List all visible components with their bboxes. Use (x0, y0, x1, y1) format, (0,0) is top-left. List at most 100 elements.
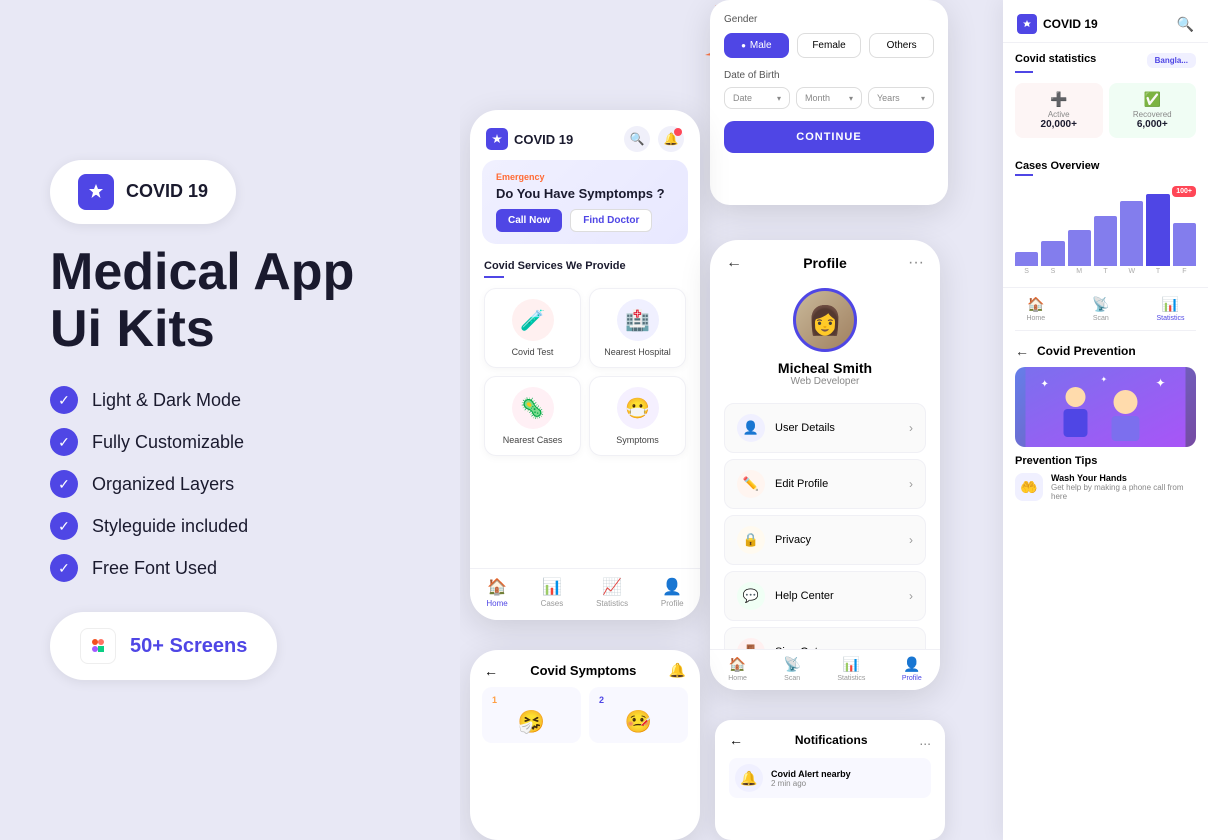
date-select[interactable]: Date ▾ (724, 87, 790, 109)
symptoms-title: Covid Symptoms (530, 663, 636, 678)
privacy-icon: 🔒 (737, 526, 765, 554)
dash-nav-home[interactable]: 🏠 Home (1026, 296, 1045, 322)
dash-home-icon: 🏠 (1027, 296, 1044, 313)
call-now-button[interactable]: Call Now (496, 209, 562, 232)
app-logo: COVID 19 (486, 128, 573, 150)
gender-female[interactable]: Female (797, 33, 862, 58)
region-badge: Bangla... (1147, 53, 1196, 68)
service-covid-test[interactable]: 🧪 Covid Test (484, 288, 581, 368)
edit-profile-icon: ✏️ (737, 470, 765, 498)
logo-icon: + (78, 174, 114, 210)
stats-nav-icon: 📈 (602, 577, 622, 597)
dash-underline-2 (1015, 174, 1033, 176)
menu-help-center[interactable]: 💬 Help Center › (724, 571, 926, 621)
chart-bar-1 (1015, 252, 1038, 266)
avatar: 👩 (793, 288, 857, 352)
find-doctor-button[interactable]: Find Doctor (570, 209, 652, 232)
feature-3: ✓ Organized Layers (50, 470, 410, 498)
back-button[interactable]: ← (726, 254, 742, 272)
pnav-home[interactable]: 🏠 Home (728, 656, 747, 682)
dash-search-icon[interactable]: 🔍 (1177, 16, 1194, 33)
symptoms-back[interactable]: ← (484, 663, 498, 679)
main-phone-screen: COVID 19 🔍 🔔 Emergency Do You Have Sympt… (470, 110, 700, 620)
nav-statistics[interactable]: 📈 Statistics (596, 577, 628, 608)
active-label: Active (1021, 110, 1097, 119)
active-value: 20,000+ (1021, 119, 1097, 130)
notif-dot (674, 128, 682, 136)
years-select[interactable]: Years ▾ (868, 87, 934, 109)
wash-hands-icon: 🤲 (1015, 473, 1043, 501)
menu-user-details[interactable]: 👤 User Details › (724, 403, 926, 453)
dash-bottom-nav: 🏠 Home 📡 Scan 📊 Statistics (1003, 287, 1208, 330)
tip-desc: Get help by making a phone call from her… (1051, 483, 1196, 501)
section-underline (484, 276, 504, 278)
registration-screen: Gender ● Male Female Others Date of Birt… (710, 0, 948, 205)
continue-button[interactable]: CONTINUE (724, 121, 934, 153)
nearest-hospital-label: Nearest Hospital (604, 347, 671, 357)
dash-logo-icon (1017, 14, 1037, 34)
nearest-cases-icon: 🦠 (512, 387, 554, 429)
recovered-label: Recovered (1115, 110, 1191, 119)
dash-stats-icon: 📊 (1162, 296, 1179, 313)
profile-header: ← Profile ··· (710, 240, 940, 280)
dash-underline-1 (1015, 71, 1033, 73)
right-panel: Gender ● Male Female Others Date of Birt… (460, 0, 1208, 840)
services-title: Covid Services We Provide (484, 260, 686, 272)
stat-active: ➕ Active 20,000+ (1015, 83, 1103, 138)
gender-options: ● Male Female Others (724, 33, 934, 58)
svg-text:✦: ✦ (1041, 379, 1049, 390)
feature-5: ✓ Free Font Used (50, 554, 410, 582)
cases-title: Cases Overview (1015, 160, 1099, 172)
chevron-right-icon-3: › (909, 533, 913, 547)
service-symptoms[interactable]: 😷 Symptoms (589, 376, 686, 456)
dash-header: COVID 19 🔍 (1003, 0, 1208, 43)
check-icon-2: ✓ (50, 428, 78, 456)
dash-nav-statistics[interactable]: 📊 Statistics (1157, 296, 1185, 322)
nav-cases[interactable]: 📊 Cases (541, 577, 564, 608)
notif-title: Notifications (795, 733, 868, 747)
tip-title: Wash Your Hands (1051, 473, 1196, 483)
notification-icon[interactable]: 🔔 (658, 126, 684, 152)
gender-others[interactable]: Others (869, 33, 934, 58)
gender-male[interactable]: ● Male (724, 33, 789, 58)
menu-privacy[interactable]: 🔒 Privacy › (724, 515, 926, 565)
notif-dots[interactable]: ... (919, 732, 931, 748)
chart-bar-6 (1146, 194, 1169, 266)
app-logo-icon (486, 128, 508, 150)
phone-header: COVID 19 🔍 🔔 (470, 110, 700, 160)
dots-menu[interactable]: ··· (908, 254, 924, 272)
notif-list: 🔔 Covid Alert nearby 2 min ago (729, 758, 931, 798)
banner-title: Do You Have Symptomps ? (496, 186, 674, 201)
dob-dropdowns: Date ▾ Month ▾ Years ▾ (724, 87, 934, 109)
features-list: ✓ Light & Dark Mode ✓ Fully Customizable… (50, 386, 410, 582)
pnav-profile[interactable]: 👤 Profile (902, 656, 922, 682)
prev-back-button[interactable]: ← (1015, 343, 1029, 359)
notif-item-1[interactable]: 🔔 Covid Alert nearby 2 min ago (729, 758, 931, 798)
service-nearest-hospital[interactable]: 🏥 Nearest Hospital (589, 288, 686, 368)
notif-header: ← Notifications ... (729, 732, 931, 748)
check-icon-5: ✓ (50, 554, 78, 582)
left-panel: + COVID 19 Medical App Ui Kits ✓ Light &… (0, 0, 460, 840)
menu-edit-profile[interactable]: ✏️ Edit Profile › (724, 459, 926, 509)
symptoms-bell-icon[interactable]: 🔔 (669, 662, 686, 679)
chart-label-t1: T (1094, 268, 1117, 275)
symptoms-icon: 😷 (617, 387, 659, 429)
nav-home[interactable]: 🏠 Home (486, 577, 507, 608)
dash-scan-icon: 📡 (1092, 296, 1109, 313)
svg-text:✦: ✦ (1156, 376, 1166, 390)
header-icons: 🔍 🔔 (624, 126, 684, 152)
symptom-num-1: 1 (492, 695, 497, 705)
notif-back-button[interactable]: ← (729, 732, 743, 748)
stat-recovered: ✅ Recovered 6,000+ (1109, 83, 1197, 138)
chart-bar-4 (1094, 216, 1117, 266)
month-select[interactable]: Month ▾ (796, 87, 862, 109)
figma-icon (80, 628, 116, 664)
nav-profile[interactable]: 👤 Profile (661, 577, 684, 608)
pnav-statistics[interactable]: 📊 Statistics (837, 656, 865, 682)
dash-nav-scan[interactable]: 📡 Scan (1092, 296, 1109, 322)
pnav-scan[interactable]: 📡 Scan (783, 656, 800, 682)
search-icon[interactable]: 🔍 (624, 126, 650, 152)
chart-badge: 100+ (1172, 186, 1196, 197)
service-nearest-cases[interactable]: 🦠 Nearest Cases (484, 376, 581, 456)
feature-1: ✓ Light & Dark Mode (50, 386, 410, 414)
